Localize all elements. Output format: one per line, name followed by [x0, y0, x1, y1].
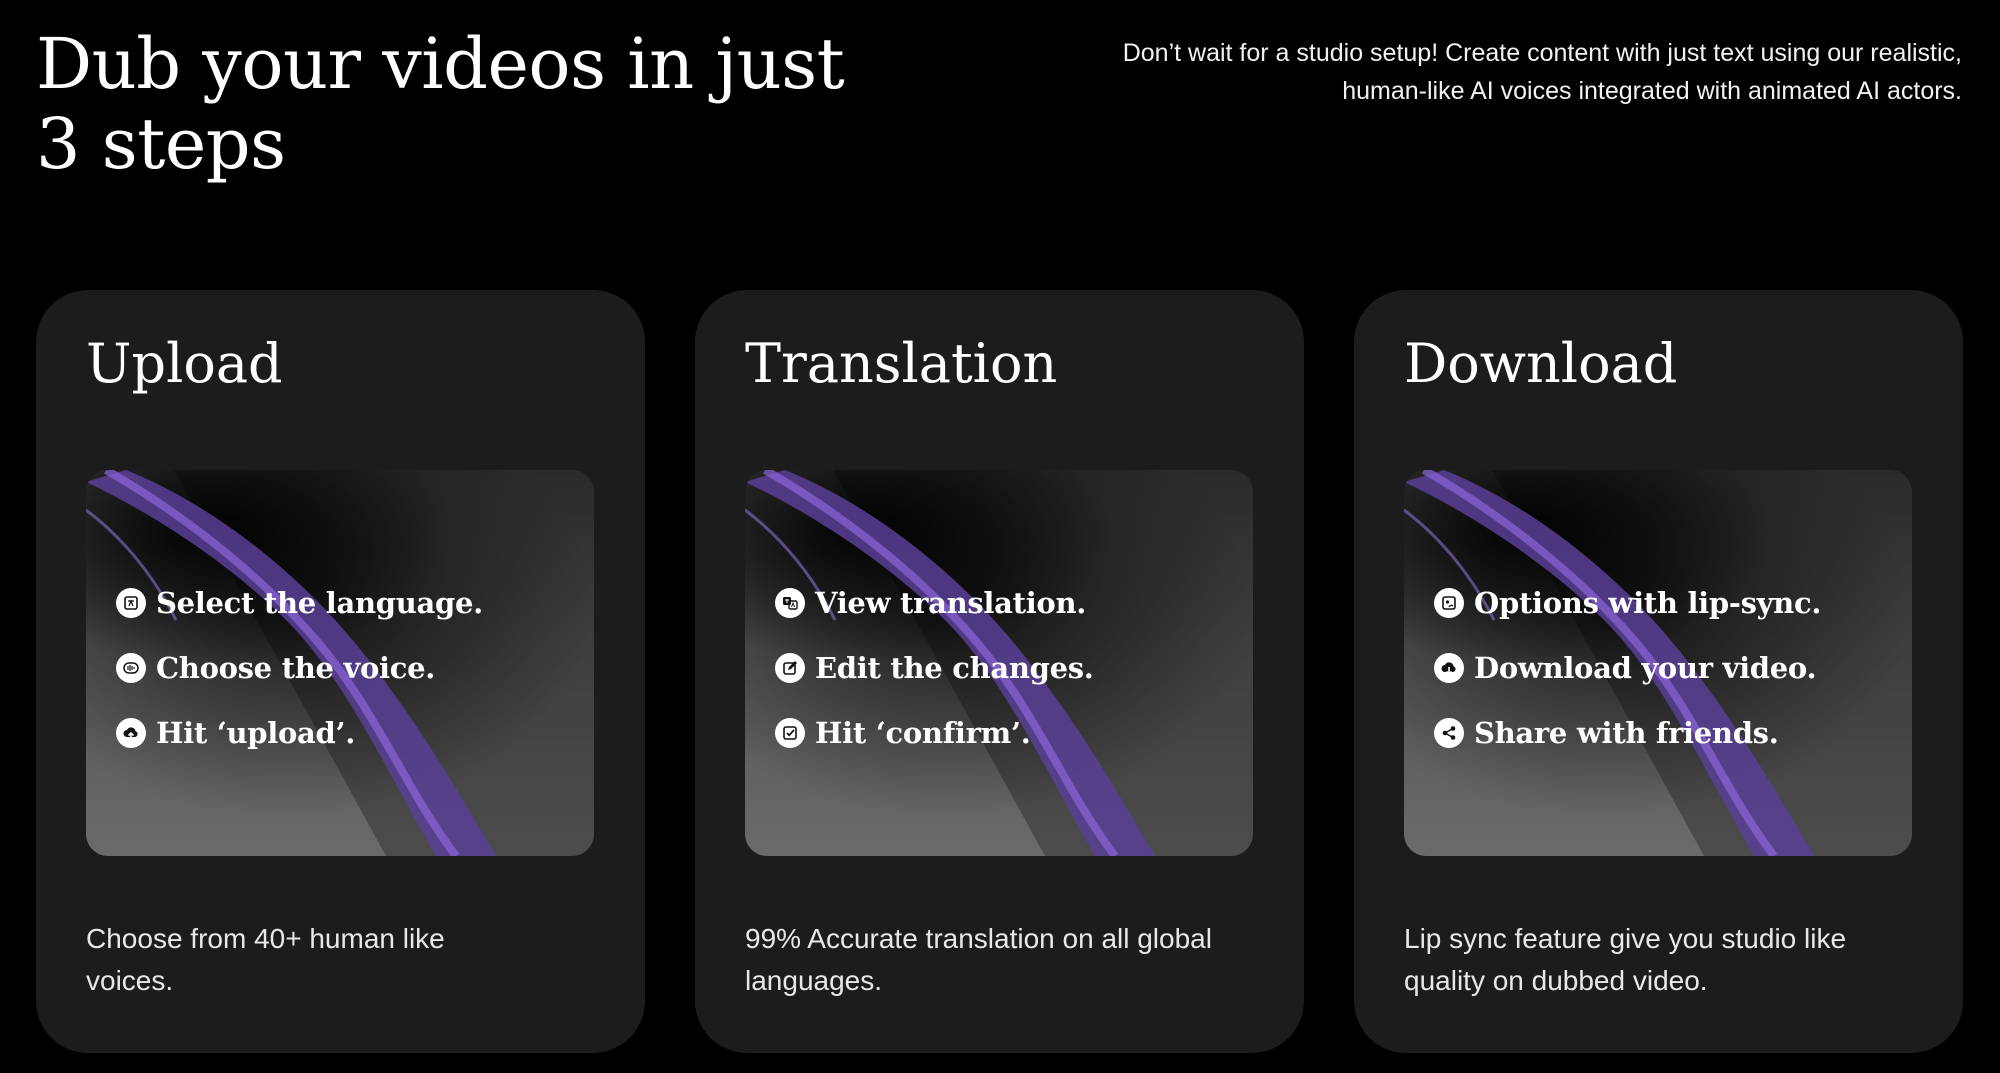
step-item: Edit the changes. — [775, 635, 1094, 700]
card-translation: Translation View translation. Edit the c… — [695, 290, 1304, 1053]
step-item: Hit ‘confirm’. — [775, 700, 1094, 765]
step-label: View translation. — [815, 585, 1087, 620]
intro-text: Don’t wait for a studio setup! Create co… — [982, 34, 1962, 110]
voice-icon — [116, 652, 146, 683]
card-download: Download Options with lip-sync. Download… — [1354, 290, 1963, 1053]
card-description: Lip sync feature give you studio like qu… — [1404, 918, 1924, 1002]
card-description: 99% Accurate translation on all global l… — [745, 918, 1265, 1002]
page-title: Dub your videos in just 3 steps — [36, 24, 856, 184]
download-icon — [1434, 652, 1464, 683]
step-list: Options with lip-sync. Download your vid… — [1434, 570, 1821, 765]
step-item: Select the language. — [116, 570, 483, 635]
step-item: Hit ‘upload’. — [116, 700, 483, 765]
card-title: Upload — [86, 332, 283, 395]
step-label: Edit the changes. — [815, 650, 1094, 685]
step-list: Select the language. Choose the voice. H… — [116, 570, 483, 765]
card-description-line-1: Choose from 40+ human like — [86, 923, 445, 954]
card-visual: View translation. Edit the changes. Hit … — [745, 470, 1253, 856]
step-item: View translation. — [775, 570, 1094, 635]
step-item: Choose the voice. — [116, 635, 483, 700]
card-title: Download — [1404, 332, 1678, 395]
step-label: Options with lip-sync. — [1474, 585, 1822, 620]
card-description: Choose from 40+ human like voices. — [86, 918, 606, 1002]
language-icon — [116, 587, 146, 618]
step-label: Hit ‘upload’. — [156, 715, 356, 750]
card-description-line-2: languages. — [745, 965, 883, 996]
upload-icon — [116, 717, 146, 748]
edit-icon — [775, 652, 805, 683]
step-label: Share with friends. — [1474, 715, 1779, 750]
page-title-line-1: Dub your videos in just — [36, 23, 845, 105]
lip-sync-icon — [1434, 587, 1464, 618]
step-item: Share with friends. — [1434, 700, 1821, 765]
step-label: Choose the voice. — [156, 650, 436, 685]
intro-line-2: human-like AI voices integrated with ani… — [1342, 77, 1962, 105]
step-label: Download your video. — [1474, 650, 1817, 685]
step-list: View translation. Edit the changes. Hit … — [775, 570, 1094, 765]
page-title-line-2: 3 steps — [36, 103, 286, 185]
step-label: Select the language. — [156, 585, 483, 620]
step-item: Options with lip-sync. — [1434, 570, 1821, 635]
card-description-line-1: 99% Accurate translation on all global — [745, 923, 1212, 954]
card-visual: Select the language. Choose the voice. H… — [86, 470, 594, 856]
card-visual: Options with lip-sync. Download your vid… — [1404, 470, 1912, 856]
share-icon — [1434, 717, 1464, 748]
card-description-line-2: quality on dubbed video. — [1404, 965, 1708, 996]
card-title: Translation — [745, 332, 1058, 395]
card-upload: Upload Select the language. Choose the v… — [36, 290, 645, 1053]
confirm-icon — [775, 717, 805, 748]
card-description-line-1: Lip sync feature give you studio like — [1404, 923, 1847, 954]
translate-icon — [775, 587, 805, 618]
steps-cards: Upload Select the language. Choose the v… — [36, 290, 1963, 1053]
step-item: Download your video. — [1434, 635, 1821, 700]
intro-line-1: Don’t wait for a studio setup! Create co… — [1122, 39, 1962, 67]
card-description-line-2: voices. — [86, 965, 174, 996]
step-label: Hit ‘confirm’. — [815, 715, 1031, 750]
